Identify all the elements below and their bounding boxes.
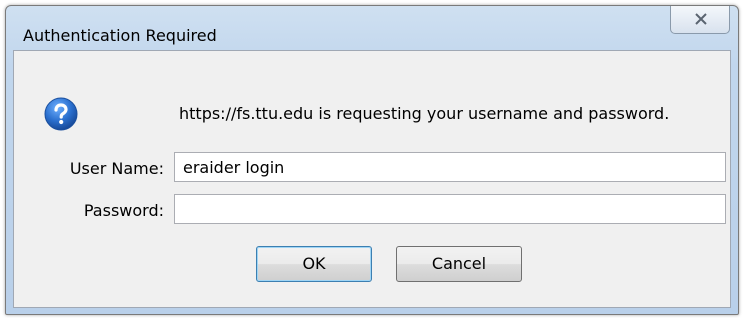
username-label: User Name:	[69, 159, 164, 178]
auth-message: https://fs.ttu.edu is requesting your us…	[179, 104, 670, 123]
username-input[interactable]	[174, 152, 726, 182]
question-icon	[44, 97, 78, 131]
ok-button[interactable]: OK	[256, 246, 372, 282]
auth-dialog-window: Authentication Required https://fs.ttu.e…	[5, 5, 739, 315]
cancel-button[interactable]: Cancel	[396, 246, 522, 282]
dialog-body: https://fs.ttu.edu is requesting your us…	[13, 50, 731, 308]
title-bar[interactable]: Authentication Required	[6, 6, 738, 48]
password-label: Password:	[83, 201, 164, 220]
close-x-icon	[695, 13, 707, 25]
window-title: Authentication Required	[23, 26, 217, 45]
close-button[interactable]	[670, 6, 730, 34]
password-input[interactable]	[174, 194, 726, 224]
